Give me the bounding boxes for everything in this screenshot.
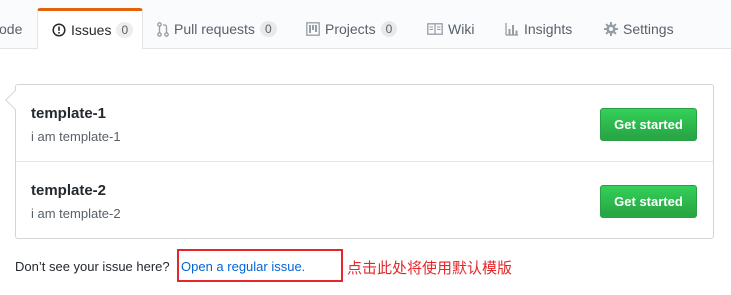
template-row: template-2 i am template-2 Get started [16, 162, 713, 239]
tab-pull-requests[interactable]: Pull requests 0 [157, 9, 277, 49]
repo-nav: ode Issues 0 Pull requests 0 Projects 0 … [0, 0, 731, 49]
issue-opened-icon [52, 23, 66, 37]
template-title: template-1 [31, 105, 107, 122]
pull-requests-counter: 0 [259, 21, 277, 37]
annotation-highlight-box [177, 249, 343, 282]
gear-icon [604, 22, 618, 36]
tab-settings[interactable]: Settings [604, 9, 674, 49]
template-title: template-2 [31, 182, 107, 199]
tab-settings-label: Settings [623, 21, 674, 37]
template-row: template-1 i am template-1 Get started [16, 85, 713, 162]
tab-wiki-label: Wiki [448, 21, 475, 37]
footer-prompt: Don’t see your issue here? [15, 259, 170, 274]
tab-issues-label: Issues [71, 22, 112, 38]
tab-insights-label: Insights [524, 21, 573, 37]
tab-insights[interactable]: Insights [505, 9, 572, 49]
tab-issues[interactable]: Issues 0 [37, 8, 143, 49]
projects-counter: 0 [380, 21, 398, 37]
tab-wiki[interactable]: Wiki [427, 9, 474, 49]
graph-icon [505, 22, 519, 36]
issues-counter: 0 [116, 22, 134, 38]
tab-pull-requests-label: Pull requests [174, 21, 255, 37]
book-icon [427, 23, 443, 35]
template-description: i am template-2 [31, 206, 121, 221]
tab-code-label: ode [0, 21, 23, 37]
tab-projects-label: Projects [325, 21, 376, 37]
get-started-button[interactable]: Get started [600, 185, 697, 218]
project-icon [306, 22, 320, 36]
tab-code[interactable]: ode [0, 9, 22, 49]
get-started-button[interactable]: Get started [600, 108, 697, 141]
issue-template-list: template-1 i am template-1 Get started t… [5, 84, 714, 239]
annotation-note: 点击此处将使用默认模版 [347, 260, 513, 277]
template-description: i am template-1 [31, 129, 121, 144]
git-pull-request-icon [157, 21, 169, 37]
tab-projects[interactable]: Projects 0 [306, 9, 398, 49]
